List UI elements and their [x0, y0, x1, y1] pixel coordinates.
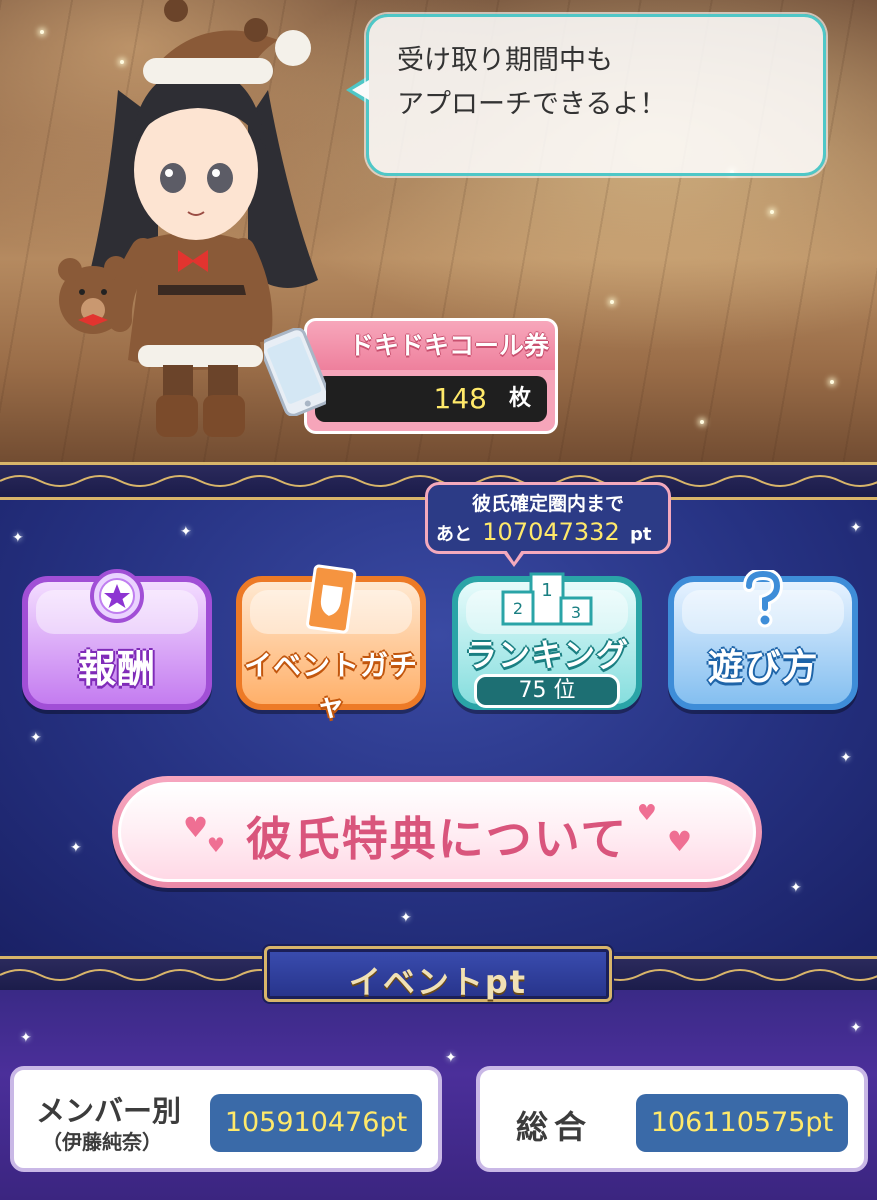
speech-bubble: 受け取り期間中も アプローチできるよ！ — [366, 14, 826, 176]
ticket-unit: 枚 — [508, 386, 531, 411]
total-points-card: 総合 106110575pt — [476, 1066, 868, 1172]
speech-tail-inner — [352, 80, 369, 100]
ranking-tooltip-points: 107047332 — [482, 518, 620, 546]
sparkle — [700, 420, 704, 424]
question-mark-icon — [743, 570, 784, 628]
reward-label: 報酬 — [77, 647, 156, 691]
sparkle — [830, 380, 834, 384]
speech-line-2: アプローチできるよ！ — [397, 89, 667, 120]
star-sparkle: ✦ — [30, 730, 42, 746]
star-sparkle: ✦ — [70, 840, 82, 856]
svg-text:3: 3 — [571, 603, 581, 622]
ticket-count-box: 148 枚 — [315, 376, 547, 422]
star-sparkle: ✦ — [20, 1030, 32, 1046]
member-points-value: 105910476pt — [210, 1094, 422, 1152]
star-sparkle: ✦ — [840, 750, 852, 766]
member-name: （伊藤純奈） — [42, 1130, 162, 1154]
ranking-tooltip-title: 彼氏確定圏内まで — [471, 493, 624, 515]
sparkle — [610, 300, 614, 304]
ranking-label: ランキング — [464, 636, 630, 674]
boyfriend-perks-label: 彼氏特典について — [245, 812, 629, 866]
sparkle — [770, 210, 774, 214]
tooltip-tail-inner — [506, 550, 522, 562]
event-gacha-label: イベントガチャ — [243, 649, 418, 722]
star-sparkle: ✦ — [850, 520, 862, 536]
call-ticket-counter: ドキドキコール券 148 枚 — [264, 318, 558, 436]
event-pt-title: イベントpt — [348, 963, 528, 1001]
how-to-play-label: 遊び方 — [707, 647, 819, 688]
card-icon — [306, 564, 357, 634]
svg-text:2: 2 — [513, 599, 523, 618]
event-gacha-button[interactable]: イベントガチャ — [236, 564, 426, 722]
ranking-tooltip-row: あと 107047332 pt — [428, 518, 668, 546]
member-points-card: メンバー別 （伊藤純奈） 105910476pt — [10, 1066, 442, 1172]
star-sparkle: ✦ — [790, 880, 802, 896]
ranking-tooltip: 彼氏確定圏内まで あと 107047332 pt — [425, 482, 671, 567]
perk-button-inner: ♥ ♥ ♥ ♥ 彼氏特典について — [118, 782, 756, 882]
how-to-play-button[interactable]: 遊び方 — [668, 570, 858, 710]
event-scene: 受け取り期間中も アプローチできるよ！ ドキドキコール券 148 枚 — [0, 0, 877, 470]
ticket-count: 148 — [433, 382, 487, 415]
star-sparkle: ✦ — [400, 910, 412, 926]
speech-line-1: 受け取り期間中も — [397, 45, 613, 76]
boyfriend-perks-button[interactable]: ♥ ♥ ♥ ♥ 彼氏特典について — [112, 776, 762, 888]
sparkle — [40, 30, 44, 34]
event-pt-title-box: イベントpt — [264, 946, 612, 1002]
ranking-tooltip-prefix: あと — [436, 524, 472, 545]
star-sparkle: ✦ — [180, 524, 192, 540]
star-medal-icon — [90, 569, 144, 623]
ticket-body: 148 枚 — [304, 370, 558, 434]
ranking-button[interactable]: 1 2 3 ランキング 75 位 — [452, 572, 642, 710]
podium-icon: 1 2 3 — [501, 572, 593, 626]
reward-button[interactable]: 報酬 — [22, 569, 212, 710]
star-sparkle: ✦ — [850, 1020, 862, 1036]
member-label: メンバー別 — [36, 1094, 182, 1128]
ranking-tooltip-suffix: pt — [630, 524, 652, 545]
svg-text:1: 1 — [541, 580, 552, 601]
star-sparkle: ✦ — [12, 530, 24, 546]
ticket-title: ドキドキコール券 — [304, 318, 558, 374]
total-points-value: 106110575pt — [636, 1094, 848, 1152]
star-sparkle: ✦ — [445, 1050, 457, 1066]
ranking-position: 75 位 — [474, 674, 620, 708]
phone-ticket-icon — [264, 328, 326, 416]
total-label: 総合 — [516, 1108, 593, 1146]
